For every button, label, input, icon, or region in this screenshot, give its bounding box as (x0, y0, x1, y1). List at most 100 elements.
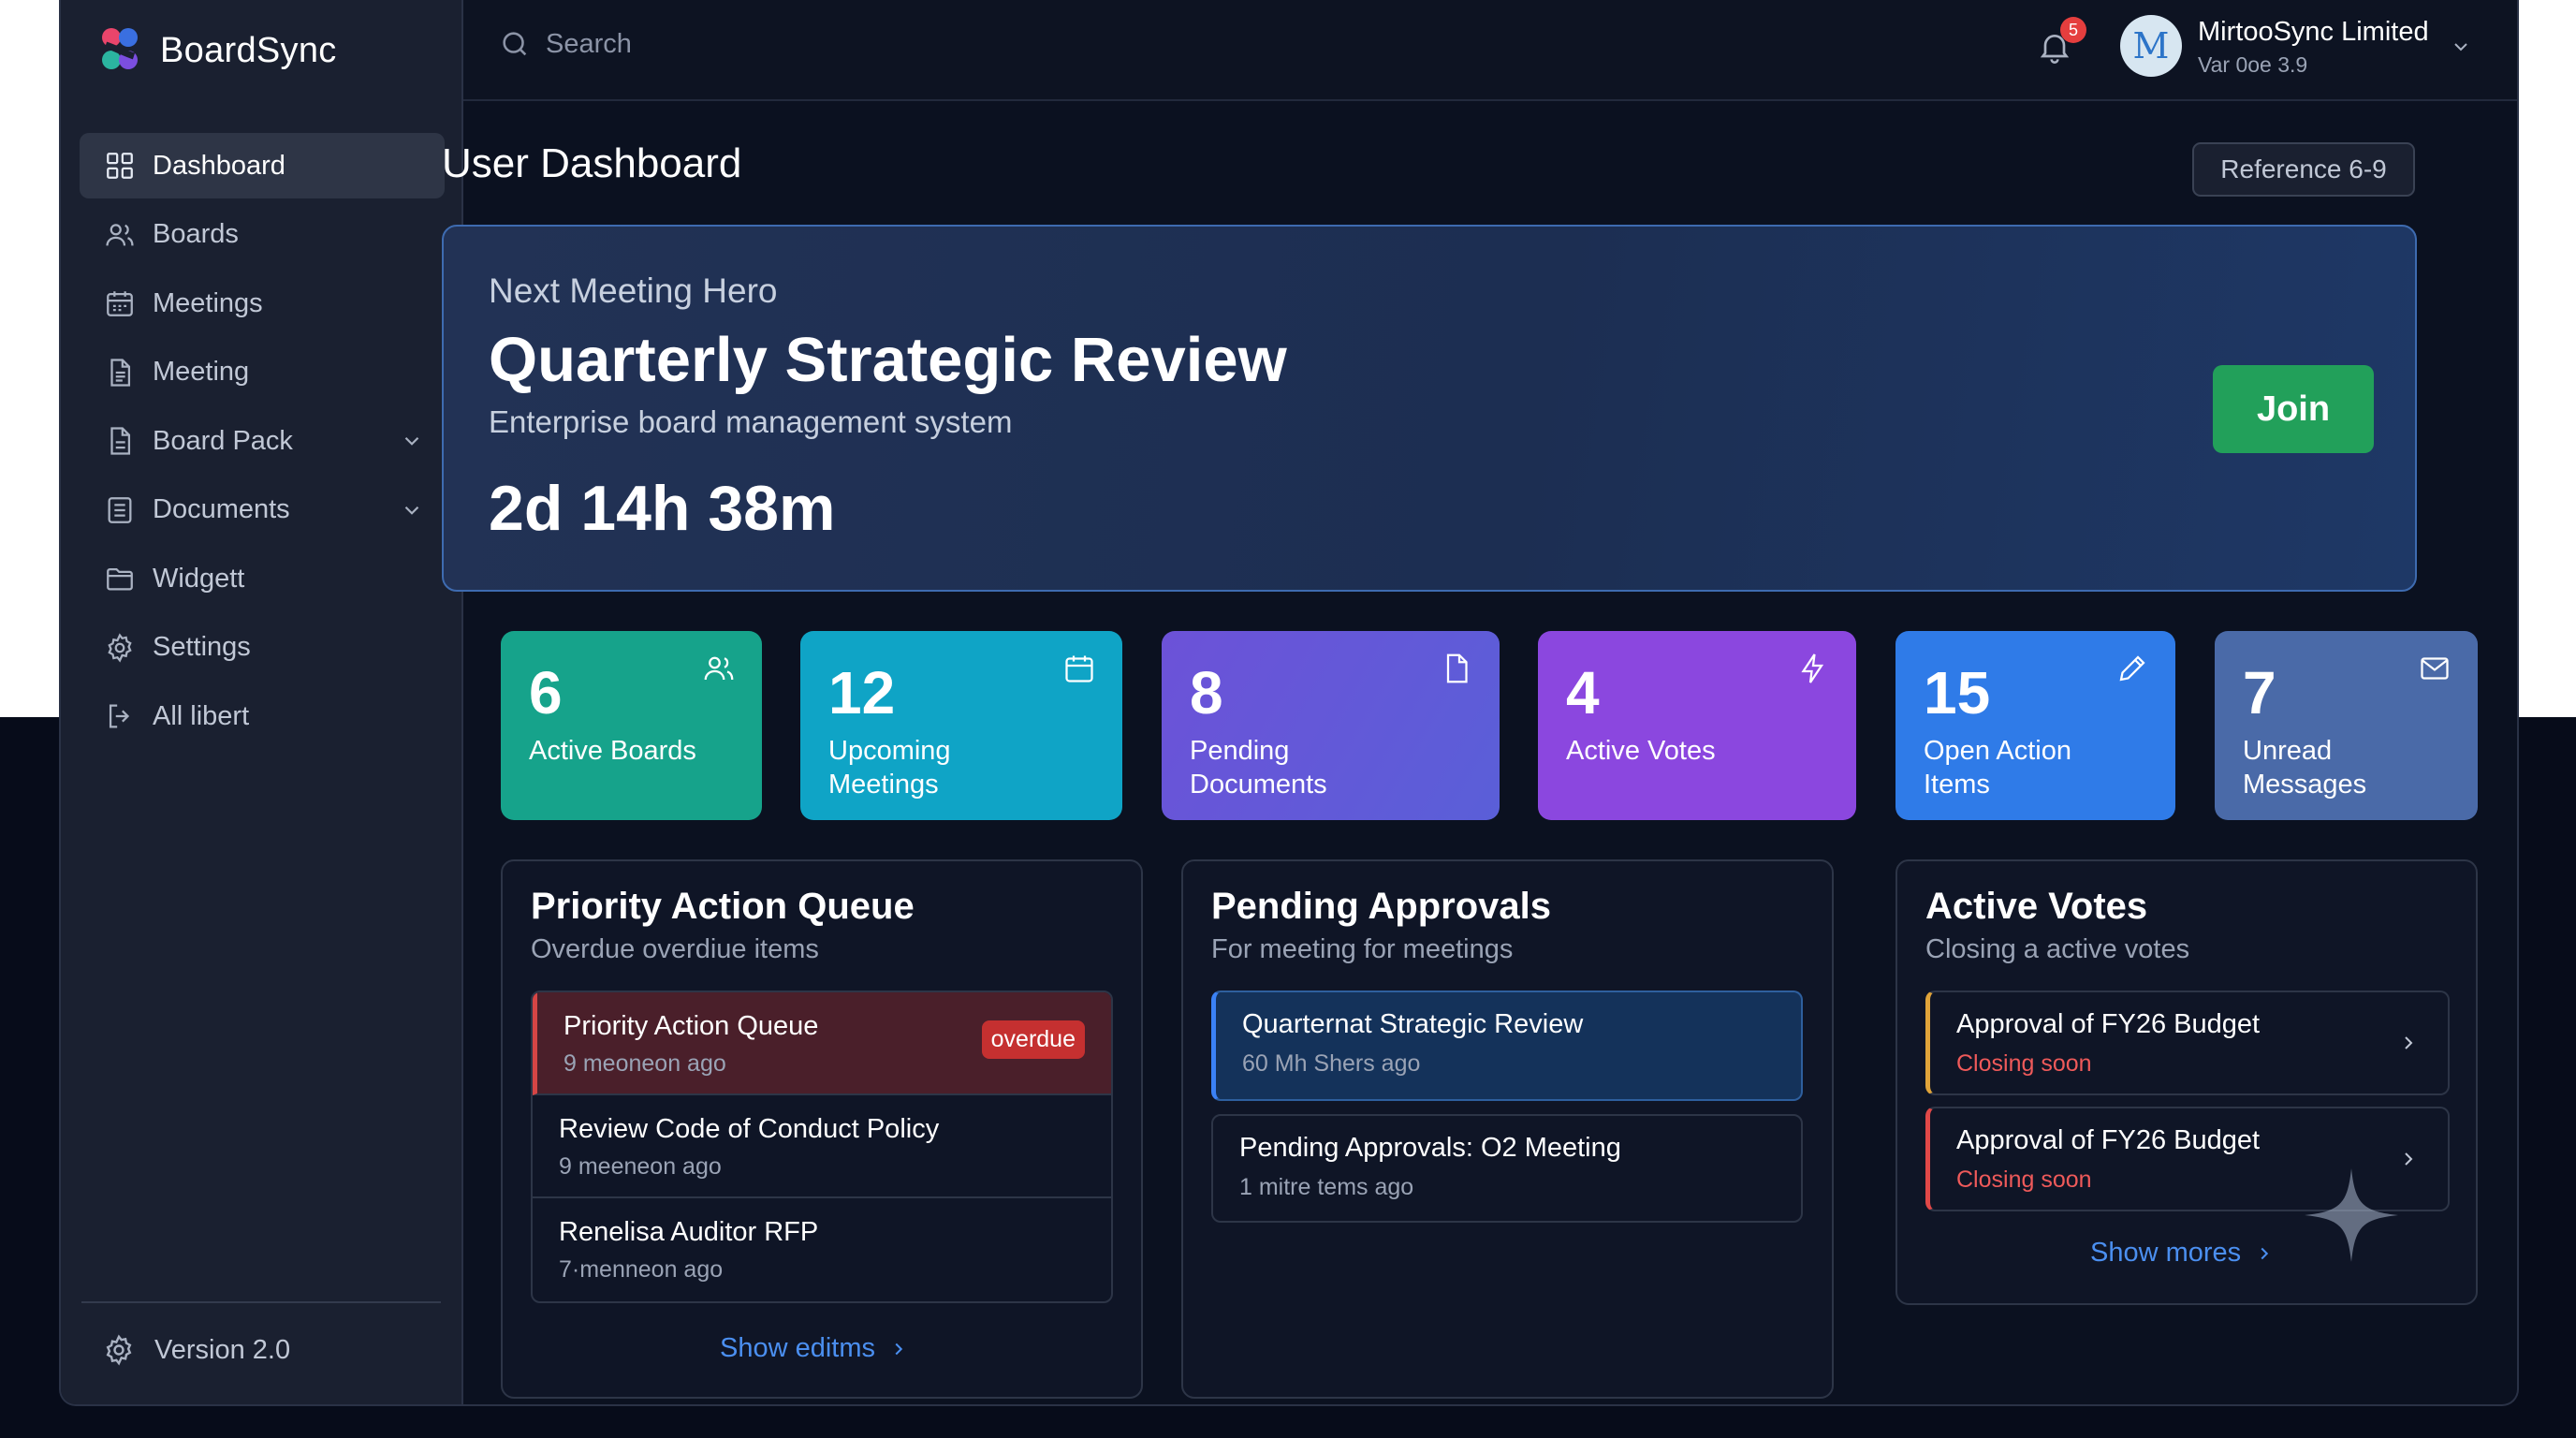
chevron-down-icon[interactable] (400, 498, 424, 522)
mail-icon (2421, 657, 2449, 680)
users-icon (106, 223, 134, 245)
chevron-right-icon (2405, 1036, 2413, 1049)
list-document-icon (108, 496, 132, 523)
stat-card-active-votes[interactable]: 4 Active Votes (1538, 631, 1856, 820)
approval-item[interactable]: Quarternat Strategic Review 60 Mh Shers … (1211, 990, 1803, 1101)
sidebar-item-label: Dashboard (153, 150, 285, 181)
sidebar-item-boards[interactable]: Boards (80, 202, 445, 268)
sidebar-item-settings[interactable]: Settings (80, 615, 445, 681)
stat-value: 15 (1924, 659, 1991, 726)
item-status: Closing soon (1956, 1167, 2092, 1193)
item-title: Renelisa Auditor RFP (559, 1217, 819, 1247)
search-icon (503, 32, 527, 56)
sidebar-item-documents[interactable]: Documents (80, 477, 445, 543)
item-title: Pending Approvals: O2 Meeting (1239, 1133, 1621, 1163)
chevron-right-icon (895, 1343, 903, 1355)
approval-item[interactable]: Pending Approvals: O2 Meeting 1 mitre te… (1211, 1114, 1803, 1223)
sidebar-item-board-pack[interactable]: Board Pack (80, 408, 445, 474)
item-time: 9 meeneon ago (559, 1153, 722, 1180)
show-more-link[interactable]: Show mores (2090, 1238, 2275, 1269)
join-button[interactable]: Join (2213, 365, 2374, 453)
item-time: 60 Mh Shers ago (1242, 1050, 1421, 1077)
item-title: Quarternat Strategic Review (1242, 1009, 1584, 1039)
topbar: Search 5 M MirtooSync Limited Var 0oe 3.… (463, 0, 2517, 101)
sidebar-item-label: Settings (153, 632, 251, 662)
document-icon (1446, 653, 1468, 683)
sidebar-item-widgett[interactable]: Widgett (80, 546, 445, 611)
sidebar-item-label: Boards (153, 219, 239, 249)
notifications-button[interactable]: 5 (2036, 17, 2086, 69)
page-title: User Dashboard (442, 140, 742, 186)
item-time: 9 meoneon ago (564, 1050, 726, 1077)
avatar[interactable]: M (2120, 15, 2182, 77)
stat-card-unread-messages[interactable]: 7 Unread Messages (2215, 631, 2478, 820)
list-item[interactable]: Priority Action Queue 9 meoneon ago over… (533, 992, 1111, 1095)
item-time: 7·menneon ago (559, 1256, 724, 1283)
link-label: Show editms (720, 1333, 876, 1363)
panel-title: Active Votes (1925, 886, 2148, 927)
list-item[interactable]: Review Code of Conduct Policy 9 meeneon … (533, 1095, 1111, 1198)
calendar-icon (107, 291, 133, 316)
panel-title: Priority Action Queue (531, 886, 915, 927)
grid-icon (107, 153, 133, 179)
sidebar-item-label: Meeting (153, 357, 250, 387)
sidebar-item-meetings[interactable]: Meetings (80, 271, 445, 336)
document-icon (110, 427, 131, 455)
user-name[interactable]: MirtooSync Limited (2198, 17, 2429, 48)
hero-subtitle: Enterprise board management system (489, 404, 1013, 439)
sidebar-item-label: Widgett (153, 563, 245, 594)
priority-action-queue-panel: Priority Action Queue Overdue overdiue i… (501, 859, 1143, 1399)
notification-badge: 5 (2060, 17, 2086, 43)
stat-label: Active Votes (1566, 736, 1716, 766)
search-placeholder: Search (546, 28, 632, 59)
chevron-down-icon[interactable] (400, 429, 424, 453)
sidebar-item-label: All libert (153, 700, 250, 731)
stat-value: 4 (1566, 659, 1600, 726)
version-info[interactable]: Version 2.0 (102, 1333, 290, 1367)
sidebar-item-all-libert[interactable]: All libert (80, 683, 445, 749)
brand[interactable]: BoardSync (96, 26, 337, 75)
chevron-down-icon[interactable] (2450, 36, 2472, 58)
sparkle-icon (2305, 1168, 2398, 1262)
stat-card-active-boards[interactable]: 6 Active Boards (501, 631, 762, 820)
document-icon (110, 358, 131, 387)
stat-card-pending-documents[interactable]: 8 Pending Documents (1162, 631, 1500, 820)
reference-button[interactable]: Reference 6-9 (2192, 142, 2415, 197)
stat-card-open-action-items[interactable]: 15 Open Action Items (1895, 631, 2175, 820)
next-meeting-hero: Next Meeting Hero Quarterly Strategic Re… (442, 225, 2417, 592)
app-name: BoardSync (160, 30, 337, 70)
user-subtitle: Var 0oe 3.9 (2198, 52, 2308, 77)
sidebar-item-label: Documents (153, 494, 290, 524)
item-status: Closing soon (1956, 1050, 2092, 1077)
logout-icon (109, 704, 130, 728)
item-title: Approval of FY26 Budget (1956, 1125, 2261, 1155)
panel-title: Pending Approvals (1211, 886, 1552, 927)
pencil-icon (2119, 655, 2145, 682)
sidebar: BoardSync Dashboard Boards Meetings Meet… (61, 0, 463, 1404)
overdue-badge: overdue (981, 1020, 1085, 1059)
list-item[interactable]: Renelisa Auditor RFP 7·menneon ago (533, 1198, 1111, 1301)
search-input[interactable]: Search (499, 28, 632, 60)
stat-label: Open Action Items (1924, 736, 2071, 800)
sidebar-item-meeting[interactable]: Meeting (80, 340, 445, 405)
stat-label: Pending Documents (1190, 736, 1327, 800)
item-time: 1 mitre tems ago (1239, 1174, 1414, 1200)
stat-label: Active Boards (529, 736, 696, 766)
stat-label: Upcoming Meetings (828, 736, 951, 800)
users-icon (704, 656, 734, 681)
avatar-letter: M (2132, 25, 2170, 66)
hero-title: Quarterly Strategic Review (489, 325, 1287, 395)
link-label: Show mores (2090, 1238, 2242, 1268)
panel-subtitle: For meeting for meetings (1211, 934, 1514, 964)
item-title: Priority Action Queue (564, 1011, 819, 1041)
sidebar-item-dashboard[interactable]: Dashboard (80, 133, 445, 198)
stat-label: Unread Messages (2243, 736, 2367, 800)
show-items-link[interactable]: Show editms (720, 1333, 909, 1364)
lightning-icon (1801, 653, 1824, 683)
vote-item[interactable]: Approval of FY26 Budget Closing soon (1925, 990, 2450, 1095)
stat-card-upcoming-meetings[interactable]: 12 Upcoming Meetings (800, 631, 1122, 820)
stat-value: 8 (1190, 659, 1223, 726)
gear-icon (108, 632, 132, 663)
sidebar-nav: Dashboard Boards Meetings Meeting Board … (80, 133, 445, 753)
sidebar-divider (81, 1301, 441, 1303)
